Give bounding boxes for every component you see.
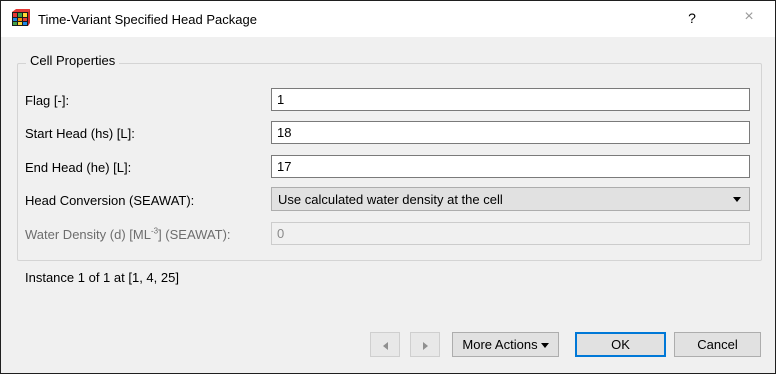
flag-label: Flag [-]: [25, 93, 70, 108]
flag-field[interactable] [271, 88, 750, 111]
chevron-down-icon [540, 343, 549, 349]
end-head-label: End Head (he) [L]: [25, 160, 132, 175]
dropdown-arrow-icon [733, 197, 741, 202]
more-actions-button[interactable]: More Actions [452, 332, 559, 357]
package-app-icon [12, 9, 30, 26]
start-head-label: Start Head (hs) [L]: [25, 126, 135, 141]
close-button[interactable]: × [741, 8, 757, 26]
water-density-label-prefix: Water Density (d) [ML [25, 227, 151, 242]
head-conversion-label: Head Conversion (SEAWAT): [25, 193, 195, 208]
dialog-window: Time-Variant Specified Head Package ? × … [0, 0, 776, 374]
ok-button[interactable]: OK [575, 332, 666, 357]
instance-status: Instance 1 of 1 at [1, 4, 25] [25, 270, 179, 285]
left-arrow-icon [382, 341, 388, 350]
water-density-label-exponent: -3 [150, 226, 159, 236]
cancel-button[interactable]: Cancel [674, 332, 761, 357]
cell-properties-title: Cell Properties [26, 53, 120, 68]
right-arrow-icon [422, 341, 428, 350]
help-button[interactable]: ? [684, 10, 700, 26]
water-density-label-suffix: ] (SEAWAT): [158, 227, 231, 242]
previous-instance-button[interactable] [370, 332, 400, 357]
water-density-label: Water Density (d) [ML-3] (SEAWAT): [25, 227, 231, 242]
end-head-field[interactable] [271, 155, 750, 178]
next-instance-button[interactable] [410, 332, 440, 357]
start-head-field[interactable] [271, 121, 750, 144]
title-bar: Time-Variant Specified Head Package ? × [1, 1, 775, 37]
head-conversion-value: Use calculated water density at the cell [278, 192, 503, 207]
water-density-field [271, 222, 750, 245]
head-conversion-dropdown[interactable]: Use calculated water density at the cell [271, 187, 750, 211]
window-title: Time-Variant Specified Head Package [38, 12, 257, 27]
more-actions-label: More Actions [462, 337, 538, 352]
